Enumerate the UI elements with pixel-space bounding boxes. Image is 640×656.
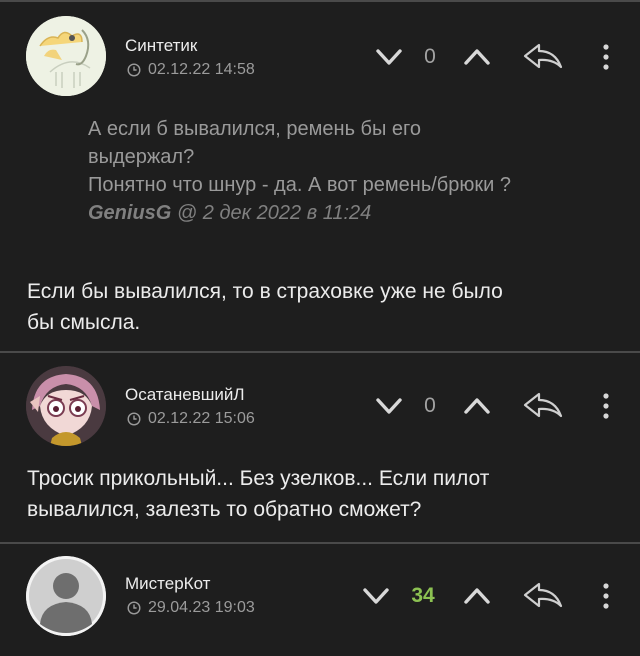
more-vertical-icon[interactable] bbox=[596, 578, 616, 614]
quote-time[interactable]: 2 дек 2022 в 11:24 bbox=[203, 202, 371, 224]
comment-actions: 34 bbox=[0, 576, 640, 616]
comment-text-line: Тросик прикольный... Без узелков... Если… bbox=[27, 467, 490, 490]
comment-1: Синтетик 02.12.22 14:58 0 А если б вывал… bbox=[0, 0, 640, 352]
chevron-up-icon[interactable] bbox=[461, 582, 493, 610]
comment-body: Если бы вывалился, то в страховке уже не… bbox=[27, 276, 627, 338]
comment-2: ОсатаневшийЛ 02.12.22 15:06 0 Тросик при… bbox=[0, 352, 640, 542]
chevron-down-icon[interactable] bbox=[373, 392, 405, 420]
comment-text-line: бы смысла. bbox=[27, 311, 141, 334]
quoted-comment: А если б вывалился, ремень бы его выдерж… bbox=[88, 115, 628, 227]
chevron-up-icon[interactable] bbox=[461, 43, 493, 71]
comment-actions: 0 bbox=[0, 386, 640, 426]
comment-3: МистерКот 29.04.23 19:03 34 bbox=[0, 544, 640, 656]
vote-score: 0 bbox=[424, 394, 436, 417]
comment-actions: 0 bbox=[0, 37, 640, 77]
quote-line: выдержал? bbox=[88, 146, 195, 168]
reply-icon[interactable] bbox=[521, 390, 565, 422]
more-vertical-icon[interactable] bbox=[596, 388, 616, 424]
reply-icon[interactable] bbox=[521, 580, 565, 612]
chevron-down-icon[interactable] bbox=[360, 582, 392, 610]
chevron-down-icon[interactable] bbox=[373, 43, 405, 71]
quote-attribution: GeniusG @ 2 дек 2022 в 11:24 bbox=[88, 199, 628, 227]
chevron-up-icon[interactable] bbox=[461, 392, 493, 420]
quote-author-link[interactable]: GeniusG bbox=[88, 202, 171, 224]
comment-body: Тросик прикольный... Без узелков... Если… bbox=[27, 463, 627, 525]
quote-at: @ bbox=[176, 202, 198, 224]
vote-score: 0 bbox=[424, 45, 436, 68]
more-vertical-icon[interactable] bbox=[596, 39, 616, 75]
reply-icon[interactable] bbox=[521, 41, 565, 73]
comment-text-line: вывалился, залезть то обратно сможет? bbox=[27, 498, 422, 521]
vote-score: 34 bbox=[411, 584, 435, 607]
quote-line: Понятно что шнур - да. А вот ремень/брюк… bbox=[88, 174, 511, 196]
quote-line: А если б вывалился, ремень бы его bbox=[88, 118, 422, 140]
comment-text-line: Если бы вывалился, то в страховке уже не… bbox=[27, 280, 503, 303]
